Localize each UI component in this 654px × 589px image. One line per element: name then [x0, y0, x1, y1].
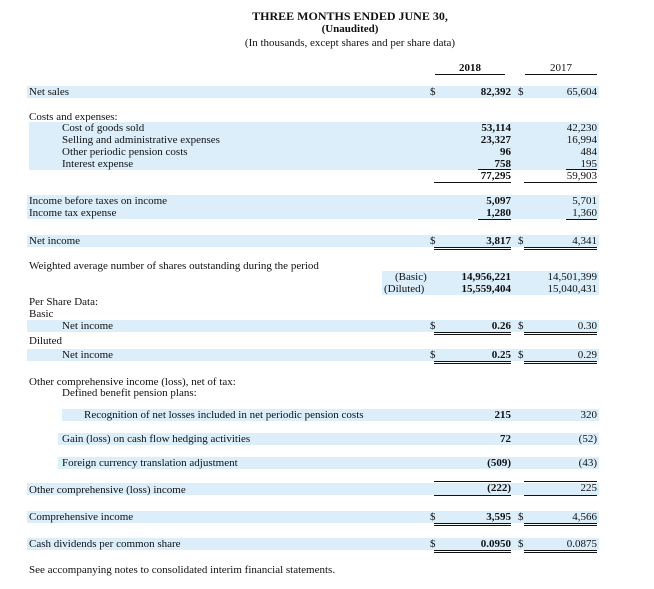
sga-label: Selling and administrative expenses: [62, 134, 220, 146]
net-sales-2018-dollar: $: [430, 86, 436, 98]
basic-eps-2018: 0.26: [491, 320, 511, 332]
statement-title: THREE MONTHS ENDED JUNE 30,: [252, 9, 448, 23]
basic-shares-label: (Basic): [395, 271, 427, 283]
diluted-eps-rule-2017: [524, 361, 597, 364]
year-2017-header: 2017: [550, 62, 572, 74]
comprehensive-label: Comprehensive income: [29, 511, 134, 523]
row-band-net-income: [27, 235, 599, 247]
dividends-2017-dollar: $: [518, 538, 524, 550]
diluted-header: Diluted: [29, 335, 62, 347]
hedging-label: Gain (loss) on cash flow hedging activit…: [62, 433, 251, 445]
fx-2018: (509): [487, 457, 511, 469]
row-band-net-sales: [27, 86, 599, 98]
basic-shares-2017: 14,501,399: [547, 271, 598, 283]
recognition-2018: 215: [494, 409, 512, 421]
dividends-2018: 0.0950: [480, 538, 511, 550]
fx-2017: (43): [578, 457, 597, 469]
cogs-2017: 42,230: [566, 122, 597, 134]
comprehensive-2018-dollar: $: [430, 511, 436, 523]
diluted-eps-2017: 0.29: [577, 349, 597, 361]
income-before-tax-2018: 5,097: [486, 195, 511, 207]
comprehensive-rule-2017: [524, 523, 597, 526]
net-income-2017: 4,341: [572, 235, 597, 247]
pension-label: Other periodic pension costs: [62, 146, 188, 158]
comprehensive-rule-2018: [434, 523, 511, 526]
net-sales-2017-dollar: $: [518, 86, 524, 98]
recognition-label: Recognition of net losses included in ne…: [84, 409, 364, 421]
diluted-shares-2017: 15,040,431: [547, 283, 598, 295]
header-rule-2017: [525, 74, 597, 75]
hedging-2017: (52): [578, 433, 597, 445]
dividends-label: Cash dividends per common share: [29, 538, 181, 550]
net-income-double-rule-2018: [434, 247, 511, 250]
basic-header: Basic: [29, 308, 54, 320]
basic-eps-rule-2017: [524, 332, 597, 335]
basic-eps-label: Net income: [62, 320, 114, 332]
net-income-2018: 3,817: [486, 235, 511, 247]
year-2018-header: 2018: [459, 62, 481, 74]
costs-total-2018: 77,295: [480, 170, 511, 182]
costs-total-rule-2017: [524, 182, 597, 183]
basic-eps-2018-dollar: $: [430, 320, 436, 332]
net-income-2018-dollar: $: [430, 235, 436, 247]
diluted-eps-label: Net income: [62, 349, 114, 361]
dividends-rule-2017: [524, 550, 597, 553]
tax-2017: 1,360: [572, 207, 597, 219]
weighted-shares-label: Weighted average number of shares outsta…: [29, 260, 319, 272]
recognition-2017: 320: [580, 409, 598, 421]
tax-rule-2017: [566, 219, 597, 220]
net-income-label: Net income: [29, 235, 81, 247]
diluted-eps-rule-2018: [434, 361, 511, 364]
statement-subtitle: (Unaudited): [321, 23, 379, 35]
oci-total-rule-2017: [524, 495, 597, 496]
diluted-eps-2017-dollar: $: [518, 349, 524, 361]
comprehensive-2017: 4,566: [572, 511, 597, 523]
basic-eps-2017: 0.30: [577, 320, 597, 332]
interest-label: Interest expense: [62, 158, 134, 170]
sga-2018: 23,327: [480, 134, 511, 146]
sga-2017: 16,994: [566, 134, 597, 146]
tax-label: Income tax expense: [29, 207, 117, 219]
fx-label: Foreign currency translation adjustment: [62, 457, 238, 469]
header-rule-2018: [435, 74, 505, 75]
income-before-tax-label: Income before taxes on income: [29, 195, 168, 207]
footer-note: See accompanying notes to consolidated i…: [29, 564, 336, 576]
dividends-rule-2018: [434, 550, 511, 553]
net-income-double-rule-2017: [524, 247, 597, 250]
comprehensive-2017-dollar: $: [518, 511, 524, 523]
diluted-eps-2018: 0.25: [491, 349, 511, 361]
cogs-label: Cost of goods sold: [62, 122, 145, 134]
income-before-tax-2017: 5,701: [572, 195, 597, 207]
oci-total-2018: (222): [487, 482, 511, 494]
dbp-header: Defined benefit pension plans:: [62, 387, 197, 399]
tax-2018: 1,280: [486, 207, 511, 219]
oci-total-rule-2018: [434, 495, 511, 496]
costs-total-2017: 59,903: [566, 170, 597, 182]
pension-2018: 96: [500, 146, 511, 158]
pension-2017: 484: [580, 146, 598, 158]
costs-total-rule-2018: [434, 182, 511, 183]
net-sales-2018: 82,392: [480, 86, 511, 98]
oci-total-2017: 225: [580, 482, 598, 494]
diluted-shares-label: (Diluted): [384, 283, 425, 295]
net-sales-2017: 65,604: [566, 86, 597, 98]
cogs-2018: 53,114: [481, 122, 511, 134]
statement-note: (In thousands, except shares and per sha…: [244, 37, 456, 49]
per-share-header: Per Share Data:: [29, 296, 99, 308]
oci-total-label: Other comprehensive (loss) income: [29, 484, 186, 496]
basic-eps-rule-2018: [434, 332, 511, 335]
net-sales-label: Net sales: [29, 86, 70, 98]
diluted-eps-2018-dollar: $: [430, 349, 436, 361]
dividends-2017: 0.0875: [566, 538, 597, 550]
dividends-2018-dollar: $: [430, 538, 436, 550]
diluted-shares-2018: 15,559,404: [461, 283, 512, 295]
basic-shares-2018: 14,956,221: [461, 271, 512, 283]
basic-eps-2017-dollar: $: [518, 320, 524, 332]
tax-rule-2018: [478, 219, 511, 220]
hedging-2018: 72: [500, 433, 511, 445]
net-income-2017-dollar: $: [518, 235, 524, 247]
comprehensive-2018: 3,595: [486, 511, 511, 523]
